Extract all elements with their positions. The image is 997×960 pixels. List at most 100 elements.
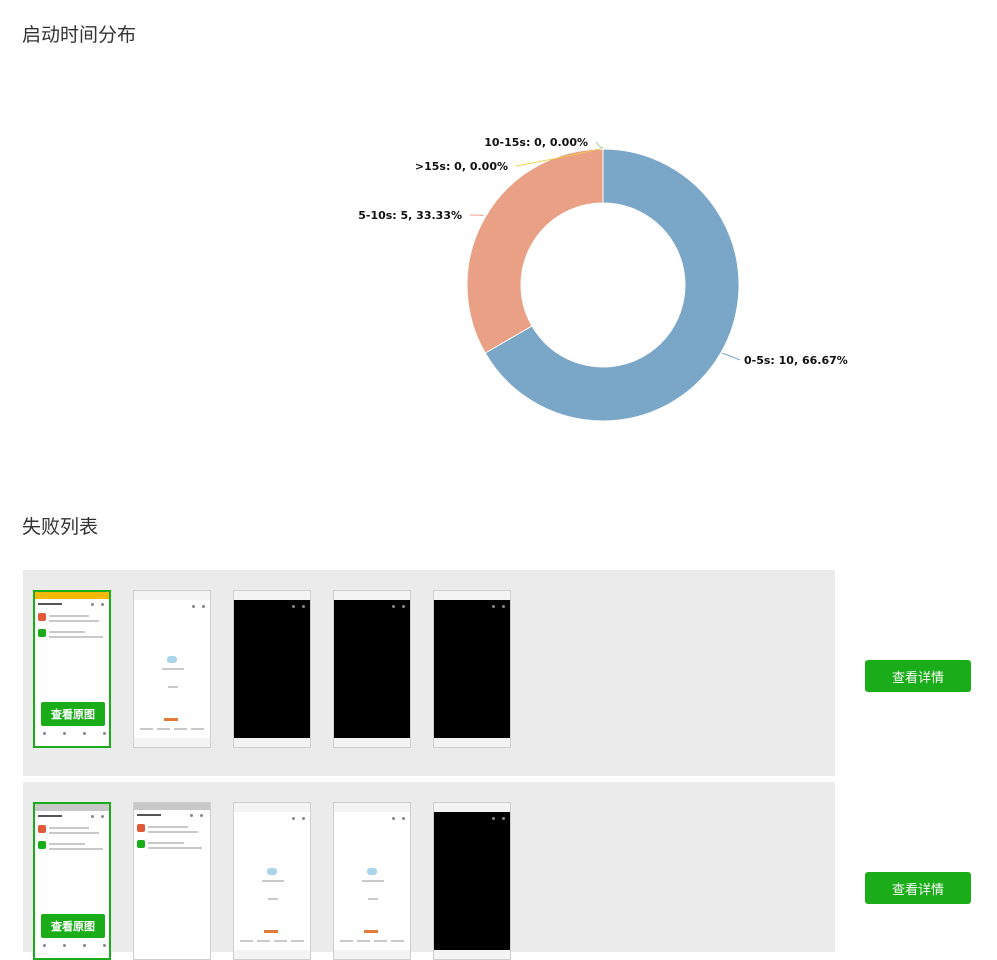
tab-bar-icon (103, 732, 106, 735)
view-details-button[interactable]: 查看详情 (865, 872, 971, 904)
settings-icon (101, 815, 104, 818)
tab-bar-icon (43, 732, 46, 735)
label-leader-line (595, 141, 604, 149)
footer-text (357, 940, 370, 942)
footer-text (157, 728, 170, 730)
item-text (49, 636, 103, 638)
search-icon (91, 815, 94, 818)
settings-icon (502, 605, 505, 608)
splash-text (262, 880, 284, 882)
menu-icon (192, 605, 195, 608)
splash-text (268, 898, 278, 900)
header-bar (137, 814, 161, 816)
app-icon (137, 824, 145, 832)
failures-title: 失败列表 (22, 516, 99, 538)
app-icon (137, 840, 145, 848)
footer-text (274, 940, 287, 942)
splash-screen (334, 812, 410, 950)
label-leader-line (721, 353, 741, 361)
item-text (148, 847, 202, 849)
screenshot-thumbnail[interactable] (433, 802, 511, 960)
app-logo-icon (367, 868, 377, 875)
footer-logo-icon (164, 718, 178, 721)
footer-text (140, 728, 153, 730)
menu-icon (292, 817, 295, 820)
footer-logo-icon (364, 930, 378, 933)
tab-bar-icon (63, 944, 66, 947)
footer-text (391, 940, 404, 942)
black-screen (234, 600, 310, 738)
settings-icon (402, 817, 405, 820)
donut-slice-5-10s[interactable] (466, 148, 604, 354)
screenshot-thumbnail[interactable] (233, 802, 311, 960)
footer-text (340, 940, 353, 942)
item-text (49, 832, 99, 834)
item-text (148, 831, 198, 833)
item-text (49, 848, 103, 850)
splash-screen (134, 600, 210, 738)
app-icon (38, 841, 46, 849)
screenshot-thumbnail[interactable] (433, 590, 511, 748)
footer-text (191, 728, 204, 730)
item-text (49, 615, 89, 617)
footer-text (374, 940, 387, 942)
settings-icon (402, 605, 405, 608)
screenshot-thumbnail[interactable] (133, 590, 211, 748)
screenshot-thumbnail[interactable] (333, 590, 411, 748)
item-text (148, 826, 188, 828)
donut-label: 5-10s: 5, 33.33% (358, 209, 462, 222)
screenshot-thumbnail[interactable]: 查看原图 (33, 590, 111, 748)
tab-bar-icon (83, 944, 86, 947)
settings-icon (502, 817, 505, 820)
splash-text (168, 686, 178, 688)
settings-icon (302, 817, 305, 820)
footer-text (174, 728, 187, 730)
menu-icon (392, 817, 395, 820)
app-logo-icon (167, 656, 177, 663)
donut-label: 10-15s: 0, 0.00% (484, 136, 588, 149)
menu-icon (492, 817, 495, 820)
footer-text (240, 940, 253, 942)
donut-label: >15s: 0, 0.00% (415, 160, 508, 173)
status-bar (35, 592, 109, 599)
tab-bar-icon (103, 944, 106, 947)
settings-icon (101, 603, 104, 606)
app-icon (38, 825, 46, 833)
header-bar (38, 815, 62, 817)
menu-icon (292, 605, 295, 608)
black-screen (434, 812, 510, 950)
splash-screen (234, 812, 310, 950)
menu-icon (492, 605, 495, 608)
menu-icon (392, 605, 395, 608)
startup-time-donut-chart: 0-5s: 10, 66.67% 5-10s: 5, 33.33% >15s: 0,… (358, 136, 848, 422)
splash-text (368, 898, 378, 900)
label-leader-line (469, 214, 484, 217)
header-bar (38, 603, 62, 605)
tab-bar-icon (43, 944, 46, 947)
view-original-button[interactable]: 查看原图 (41, 702, 105, 726)
search-icon (190, 814, 193, 817)
settings-icon (302, 605, 305, 608)
view-original-button[interactable]: 查看原图 (41, 914, 105, 938)
settings-icon (202, 605, 205, 608)
app-home-screen (134, 803, 210, 959)
item-text (148, 842, 184, 844)
black-screen (434, 600, 510, 738)
tab-bar-icon (83, 732, 86, 735)
donut-label: 0-5s: 10, 66.67% (744, 354, 848, 367)
app-icon (38, 613, 46, 621)
failure-row: 查看原图 (23, 782, 835, 960)
footer-logo-icon (264, 930, 278, 933)
item-text (49, 620, 99, 622)
search-icon (91, 603, 94, 606)
screenshot-thumbnail[interactable]: 查看原图 (33, 802, 111, 960)
item-text (49, 827, 89, 829)
screenshot-thumbnail[interactable] (233, 590, 311, 748)
view-details-button[interactable]: 查看详情 (865, 660, 971, 692)
app-icon (38, 629, 46, 637)
screenshot-thumbnail[interactable] (333, 802, 411, 960)
footer-text (291, 940, 304, 942)
black-screen (334, 600, 410, 738)
screenshot-thumbnail[interactable] (133, 802, 211, 960)
settings-icon (200, 814, 203, 817)
